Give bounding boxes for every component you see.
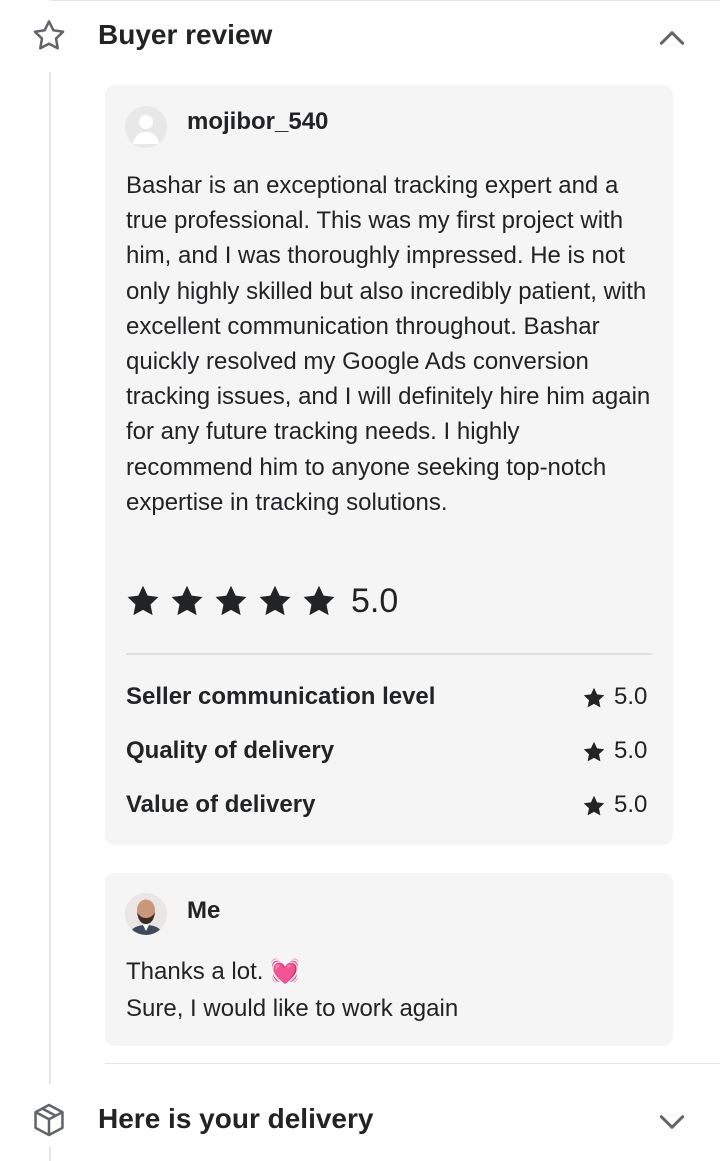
user-photo-avatar: [125, 893, 167, 935]
reply-username: Me: [187, 897, 221, 924]
star-filled-icon: [215, 585, 247, 616]
sub-rating-label: Quality of delivery: [126, 737, 335, 764]
star-filled-icon: [583, 795, 605, 816]
sub-rating-row: Seller communication level 5.0: [126, 683, 652, 717]
star-filled-icon: [303, 585, 335, 616]
timeline-line: [49, 72, 51, 1084]
sub-rating-row: Quality of delivery 5.0: [126, 737, 652, 771]
seller-reply-card: Me Thanks a lot. 💓 Sure, I would like to…: [105, 873, 673, 1046]
review-text: Bashar is an exceptional tracking expert…: [126, 172, 651, 516]
avatar: [125, 893, 167, 935]
reply-text-line: Sure, I would like to work again: [126, 995, 459, 1022]
sub-rating-label: Seller communication level: [126, 683, 436, 710]
order-activity-page: Buyer review mojibor_540 Bashar is an ex…: [0, 0, 720, 1161]
sub-rating-value: 5.0: [614, 737, 648, 764]
star-filled-icon: [171, 585, 203, 616]
overall-stars: 5.0: [125, 581, 398, 621]
delivery-header[interactable]: Here is your delivery: [0, 1086, 720, 1150]
overall-rating-value: 5.0: [351, 581, 399, 620]
review-card: mojibor_540 Bashar is an exceptional tra…: [105, 85, 673, 845]
sub-rating-label: Value of delivery: [126, 791, 316, 818]
section-divider: [105, 1063, 720, 1064]
sub-rating-value: 5.0: [614, 791, 648, 818]
reviewer-username[interactable]: mojibor_540: [187, 108, 328, 136]
avatar-placeholder: [125, 106, 167, 148]
section-title: Buyer review: [98, 19, 273, 50]
sub-rating-value: 5.0: [614, 683, 648, 710]
star-filled-icon: [127, 585, 159, 616]
rating-divider: [126, 653, 652, 655]
package-icon: [34, 1103, 64, 1137]
star-filled-icon: [259, 585, 291, 616]
star-filled-icon: [583, 741, 605, 762]
buyer-review-header[interactable]: Buyer review: [0, 2, 720, 66]
section-title: Here is your delivery: [98, 1103, 374, 1134]
star-filled-icon: [583, 687, 605, 708]
top-divider: [50, 0, 720, 1]
star-outline-icon: [33, 20, 65, 50]
sub-rating-row: Value of delivery 5.0: [126, 791, 652, 825]
user-silhouette-icon: [133, 115, 159, 144]
chevron-up-icon[interactable]: [656, 22, 688, 54]
chevron-down-icon[interactable]: [656, 1106, 688, 1138]
reply-text-line: Thanks a lot. 💓: [126, 958, 300, 985]
